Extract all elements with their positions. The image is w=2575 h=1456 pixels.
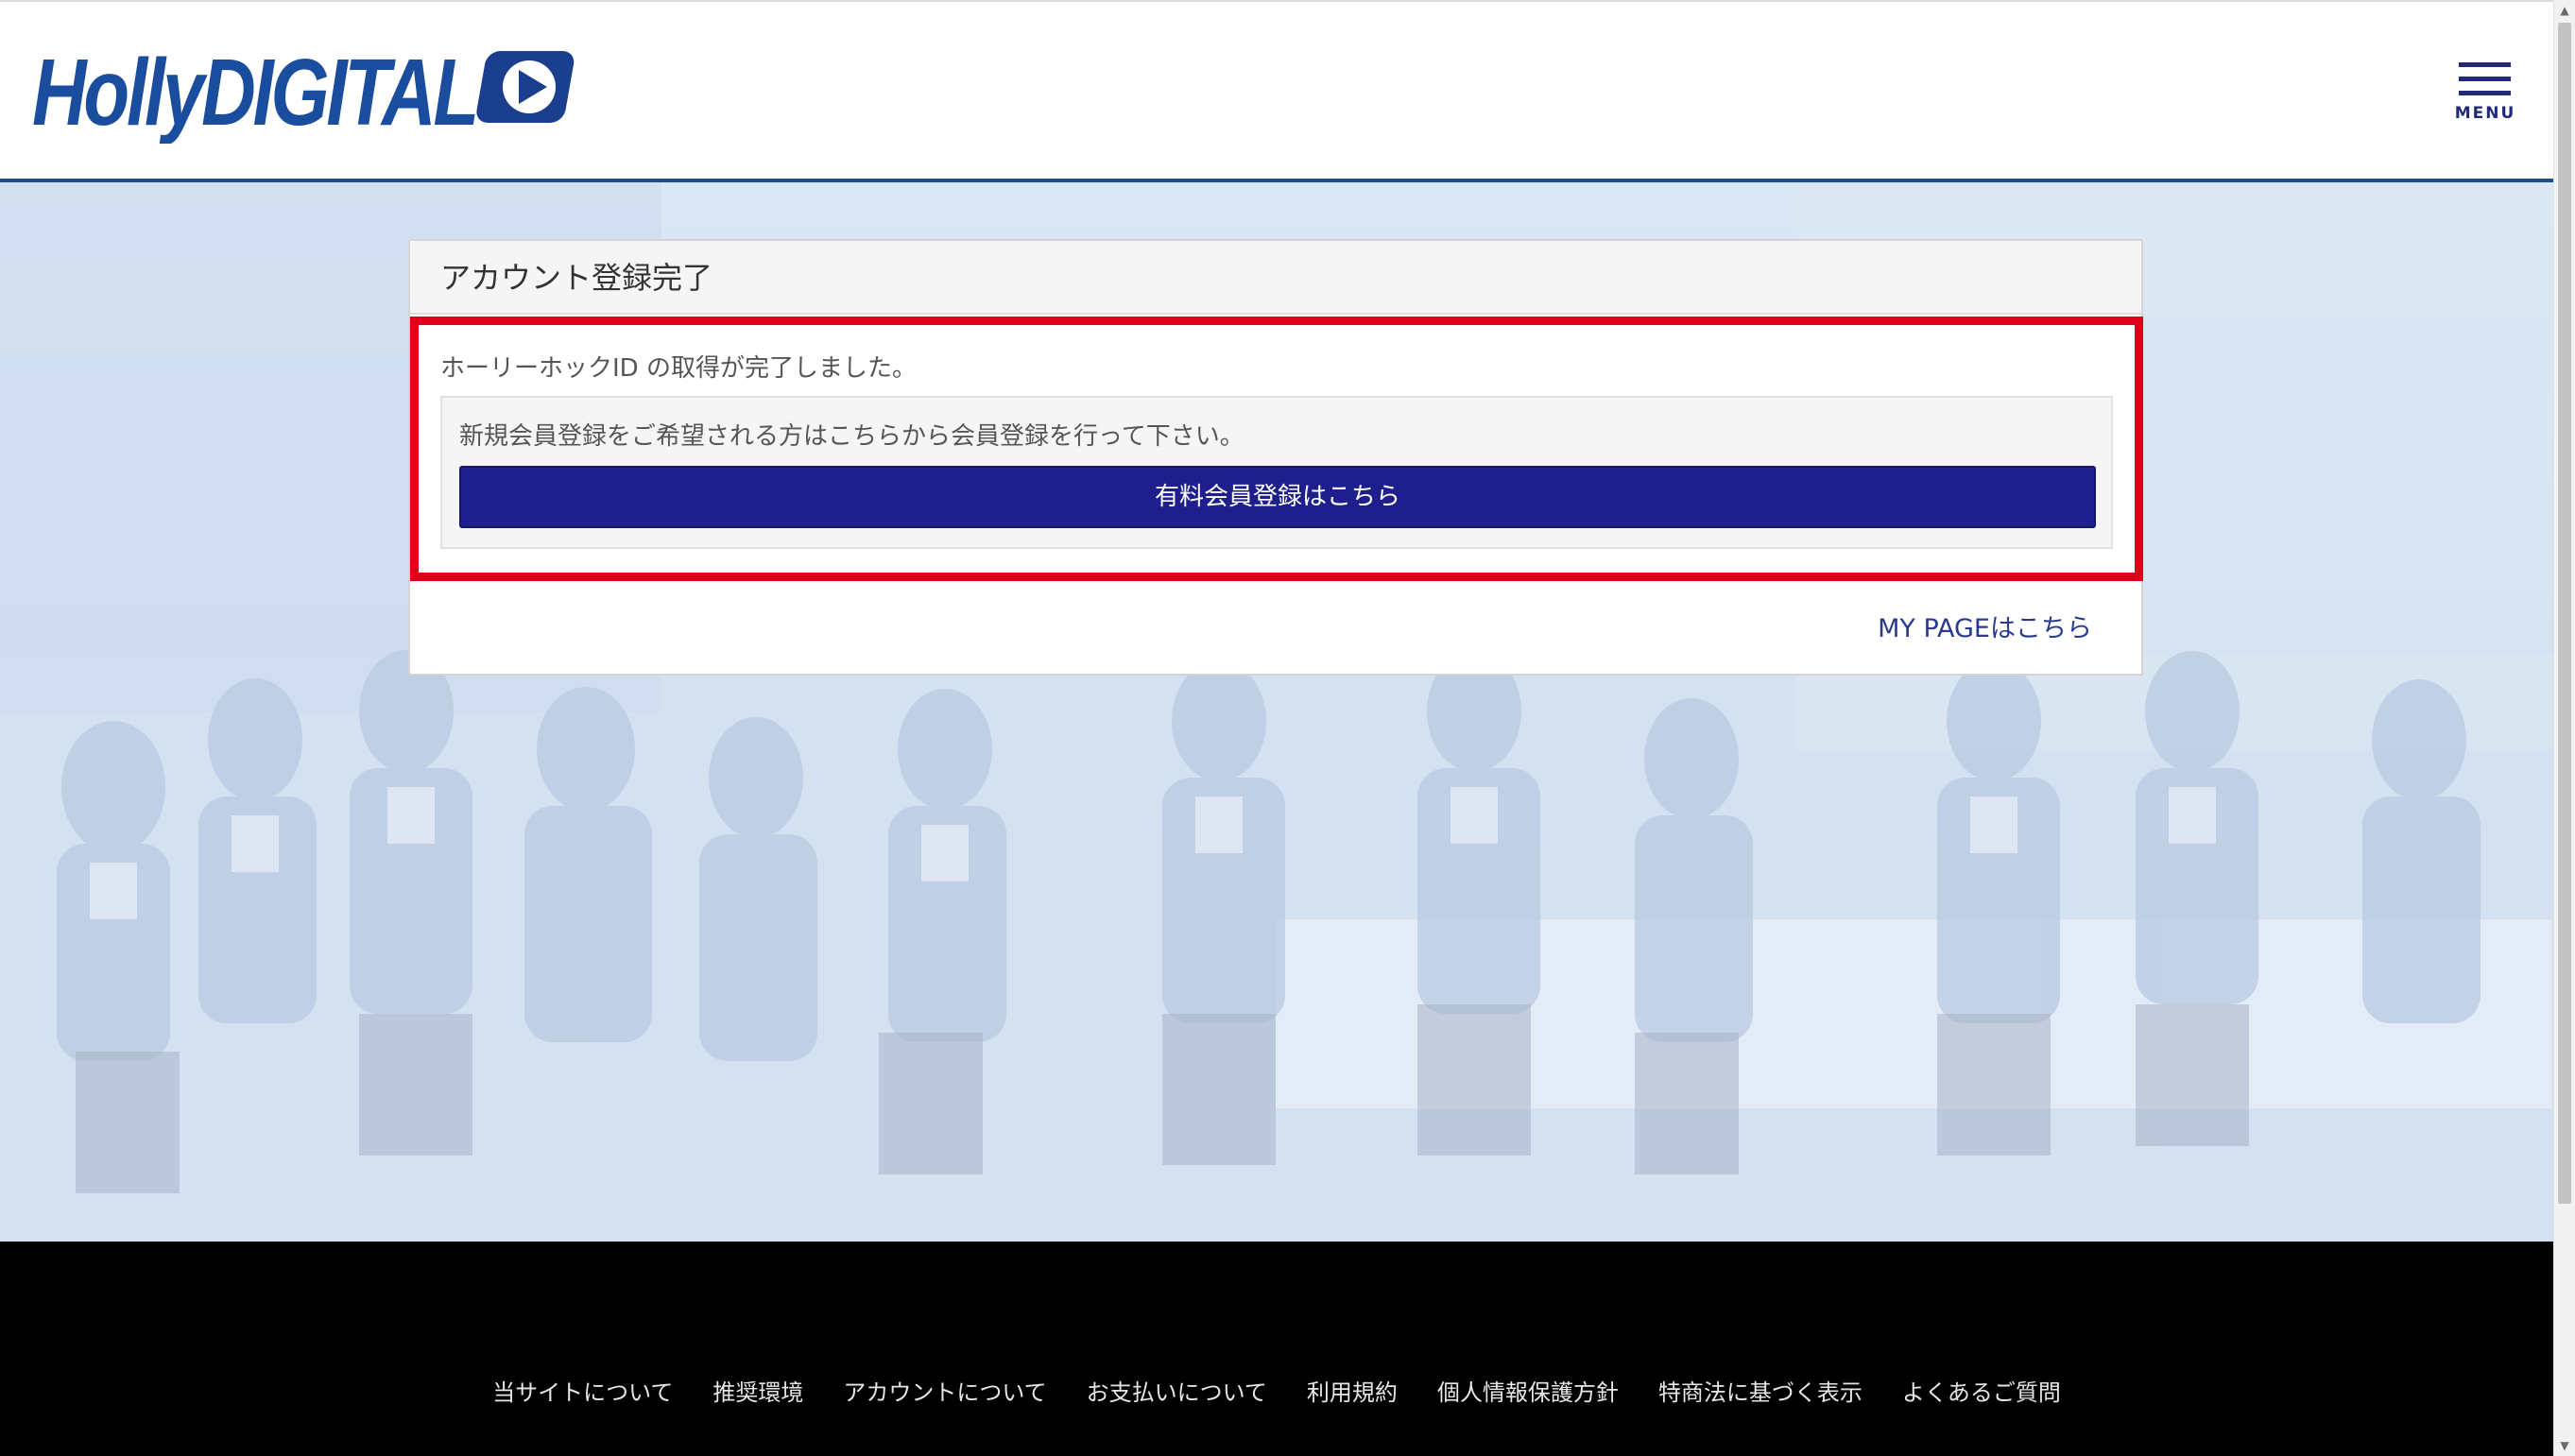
holly-digital-logo[interactable]: HollyDIGITAL [32, 38, 580, 144]
footer-link-terms[interactable]: 利用規約 [1307, 1374, 1398, 1407]
register-prompt: 新規会員登録をご希望される方はこちらから会員登録を行って下さい。 [459, 422, 1245, 451]
footer-link-privacy[interactable]: 個人情報保護方針 [1437, 1374, 1619, 1407]
svg-text:HollyDIGITAL: HollyDIGITAL [32, 40, 476, 144]
card-title: アカウント登録完了 [440, 260, 713, 296]
footer-link-environment[interactable]: 推奨環境 [712, 1374, 803, 1407]
hamburger-icon [2459, 62, 2511, 98]
footer-nav: 当サイトについて 推奨環境 アカウントについて お支払いについて 利用規約 個人… [0, 1374, 2553, 1407]
footer-link-commerce-law[interactable]: 特商法に基づく表示 [1658, 1374, 1863, 1407]
menu-button[interactable]: MENU [2447, 57, 2523, 128]
menu-label: MENU [2454, 104, 2516, 123]
vertical-scrollbar[interactable]: ▲ ▼ [2553, 0, 2575, 1456]
scrollbar-thumb[interactable] [2558, 23, 2571, 1204]
scroll-up-arrow-icon[interactable]: ▲ [2554, 0, 2575, 21]
register-section: 新規会員登録をご希望される方はこちらから会員登録を行って下さい。 有料会員登録は… [440, 396, 2113, 549]
mypage-link[interactable]: MY PAGEはこちら [1878, 608, 2092, 644]
card-header: アカウント登録完了 [410, 241, 2141, 315]
site-footer: 当サイトについて 推奨環境 アカウントについて お支払いについて 利用規約 個人… [0, 1242, 2553, 1456]
paid-member-register-button[interactable]: 有料会員登録はこちら [459, 466, 2096, 528]
footer-link-about[interactable]: 当サイトについて [492, 1374, 673, 1407]
site-header: HollyDIGITAL MENU [0, 0, 2553, 182]
scroll-down-arrow-icon[interactable]: ▼ [2554, 1435, 2575, 1456]
completion-message: ホーリーホックID の取得が完了しました。 [440, 354, 917, 383]
footer-link-faq[interactable]: よくあるご質問 [1902, 1374, 2061, 1407]
footer-link-payment[interactable]: お支払いについて [1087, 1374, 1267, 1407]
registration-complete-card: アカウント登録完了 ホーリーホックID の取得が完了しました。 新規会員登録をご… [408, 239, 2143, 676]
footer-link-account[interactable]: アカウントについて [843, 1374, 1046, 1407]
